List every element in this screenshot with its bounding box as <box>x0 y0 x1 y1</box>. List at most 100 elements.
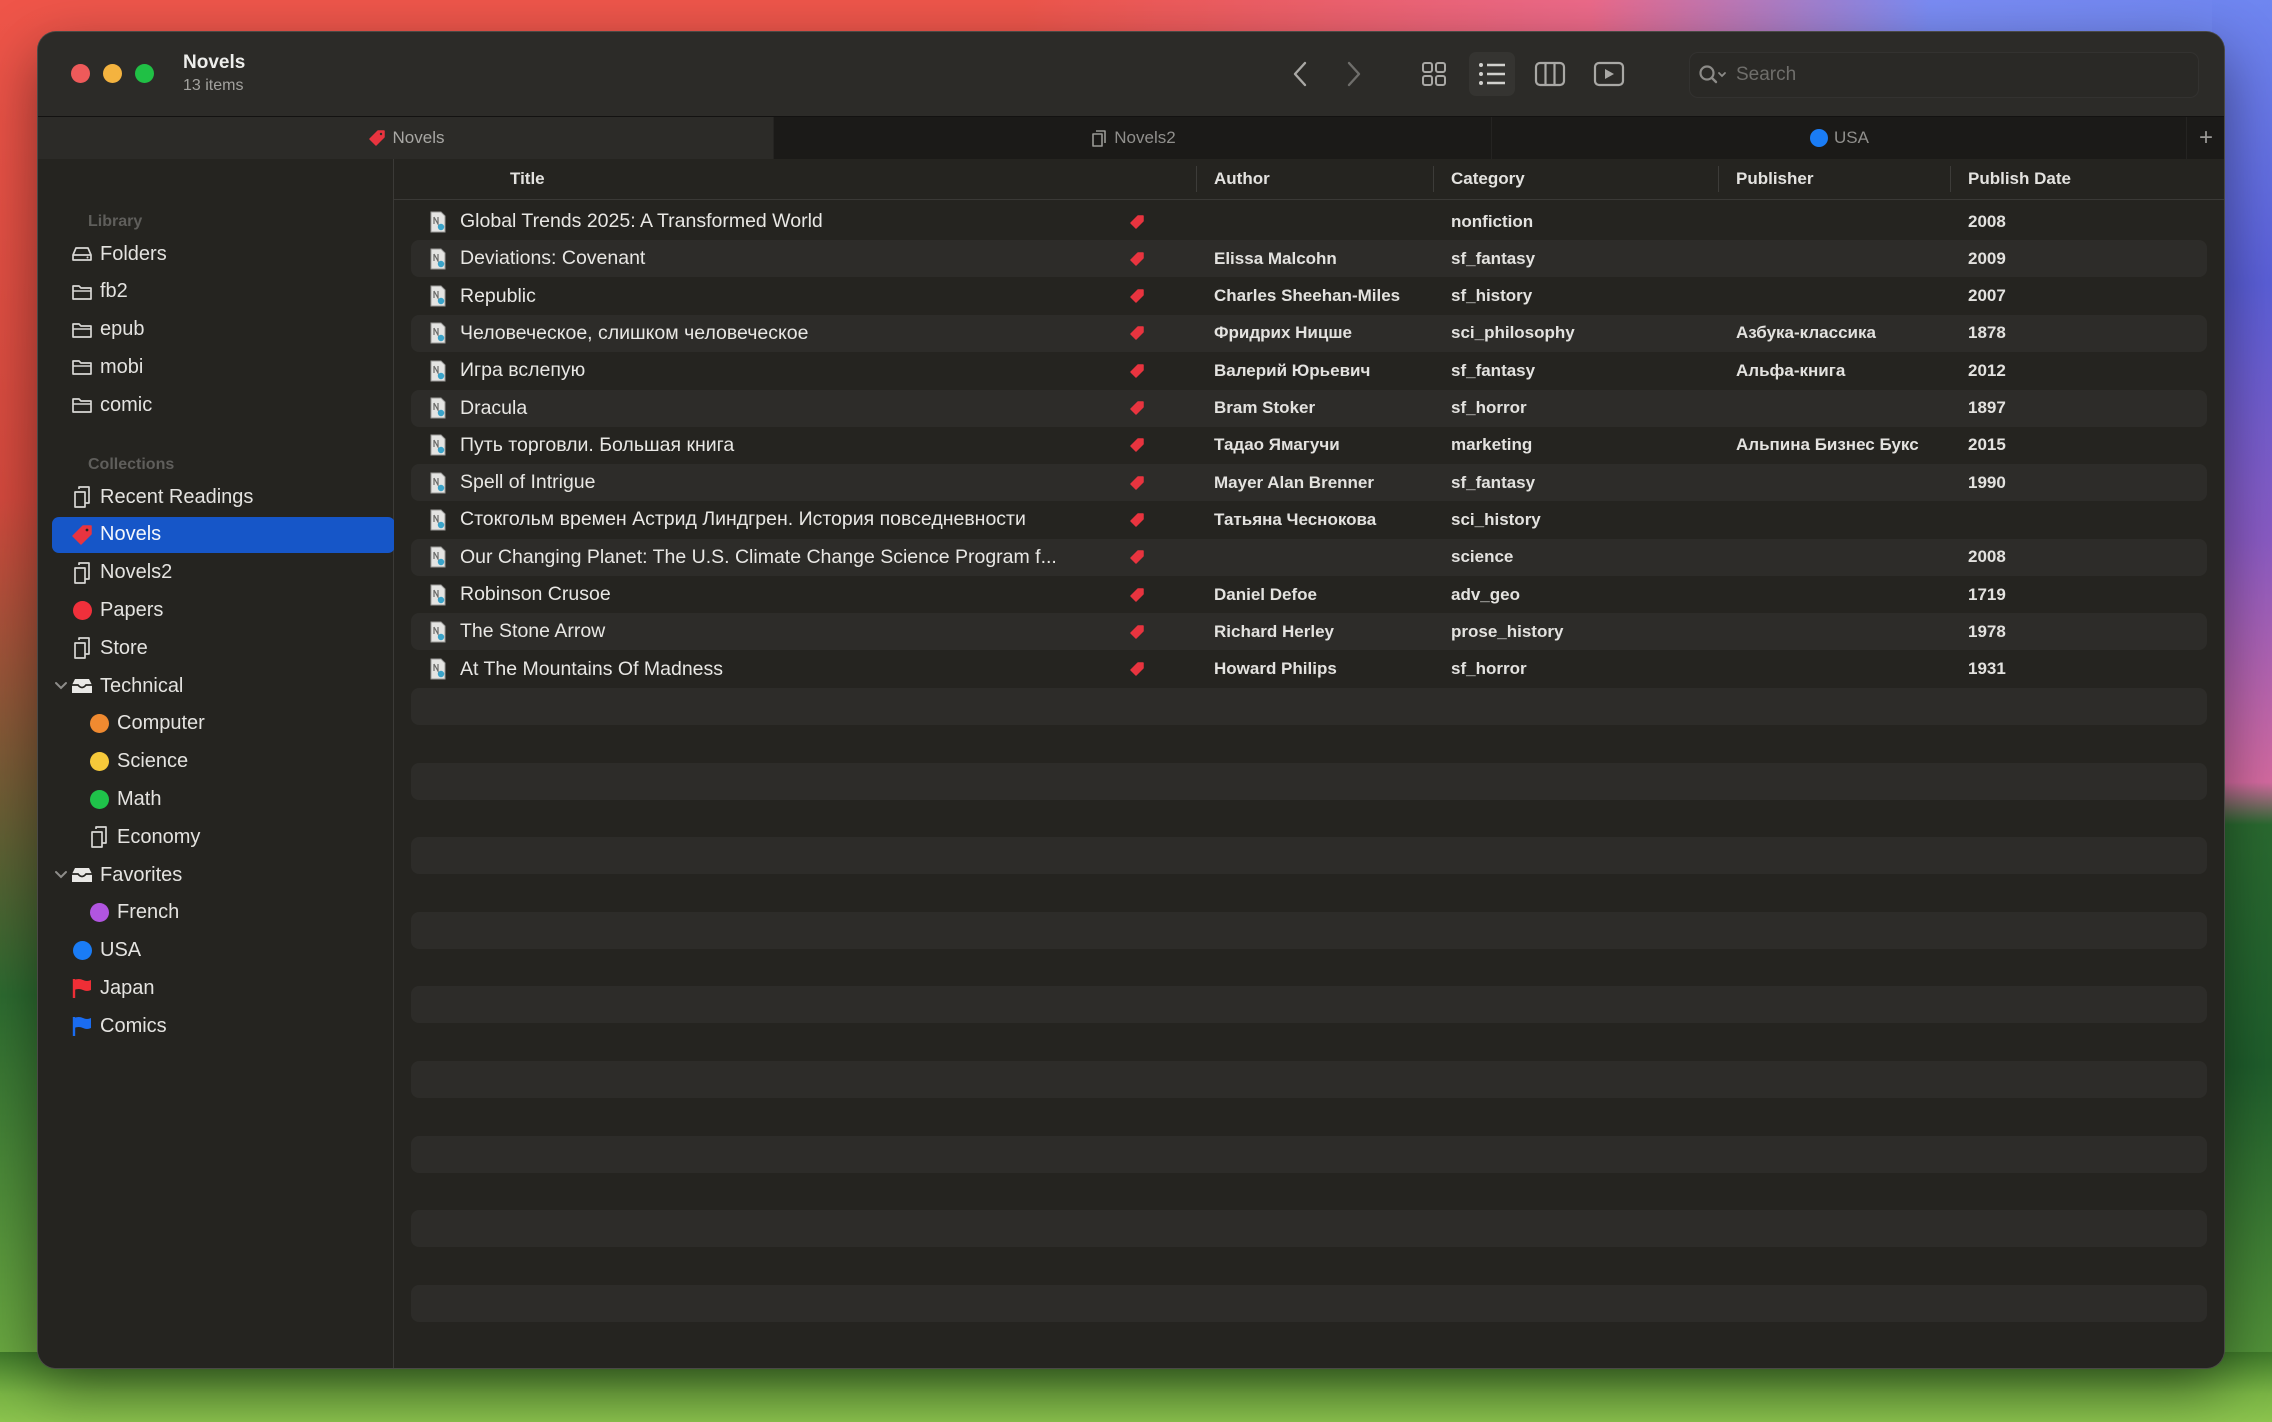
book-publisher <box>1736 613 1956 650</box>
table-row[interactable]: Путь торговли. Большая книга Тадао Ямагуч… <box>411 427 2207 464</box>
column-view-button[interactable] <box>1530 54 1570 94</box>
chevron-left-icon <box>1293 61 1307 87</box>
tab-novels[interactable]: Novels <box>38 117 773 159</box>
table-row[interactable]: Republic Charles Sheehan-Miles sf_history 2… <box>411 278 2207 315</box>
sidebar-item-japan[interactable]: Japan <box>52 970 395 1006</box>
book-category: sci_history <box>1451 509 1541 529</box>
table-row[interactable]: At The Mountains Of Madness Howard Philip… <box>411 651 2207 688</box>
table-row[interactable]: Игра вслепую Валерий Юрьевич sf_fantasy Аль… <box>411 352 2207 389</box>
book-category: sf_fantasy <box>1451 472 1536 492</box>
book-publish-date: 2012 <box>1968 360 2006 380</box>
book-category: nonfiction <box>1451 211 1534 231</box>
search-field[interactable] <box>1689 52 2199 98</box>
sidebar-item-favorites[interactable]: Favorites <box>52 857 395 893</box>
row-stripe <box>411 911 2207 949</box>
table-row[interactable]: Dracula Bram Stoker sf_horror 1897 <box>411 390 2207 427</box>
sidebar-item-math[interactable]: Math <box>52 781 412 817</box>
sidebar-item-novels2[interactable]: Novels2 <box>52 555 395 591</box>
column-header-author[interactable]: Author <box>1214 159 1270 199</box>
sidebar-item-fb2[interactable]: fb2 <box>52 274 395 310</box>
book-publisher <box>1736 390 1956 427</box>
book-title: Republic <box>460 284 536 307</box>
tray-icon <box>70 863 94 887</box>
sidebar-item-label: Science <box>117 750 189 773</box>
sidebar-item-label: Store <box>100 636 148 659</box>
tag-icon <box>1129 539 1149 576</box>
book-publish-date: 2009 <box>1968 248 2006 268</box>
sidebar-item-science[interactable]: Science <box>52 744 412 780</box>
book-title: Robinson Crusoe <box>460 583 611 605</box>
disclosure-chevron-icon[interactable] <box>53 681 69 691</box>
column-header-publish-date[interactable]: Publish Date <box>1968 159 2071 199</box>
sidebar-item-usa[interactable]: USA <box>52 933 395 969</box>
tab-novels2[interactable]: Novels2 <box>773 117 1492 159</box>
column-divider[interactable] <box>1718 166 1719 192</box>
book-author: Elissa Malcohn <box>1214 248 1337 268</box>
table-row[interactable]: Стокгольм времен Астрид Линдгрен. Истори… <box>411 501 2207 538</box>
documents-icon <box>70 485 94 509</box>
row-stripe <box>411 837 2207 875</box>
row-stripe <box>411 1210 2207 1248</box>
search-input[interactable] <box>1734 63 2198 87</box>
table-row[interactable]: Spell of Intrigue Mayer Alan Brenner sf_fa… <box>411 464 2207 501</box>
row-stripe <box>411 1060 2207 1098</box>
sidebar-item-french[interactable]: French <box>52 895 412 931</box>
book-title: Spell of Intrigue <box>460 471 596 494</box>
tab-usa[interactable]: USA <box>1491 117 2187 159</box>
folder-icon <box>70 318 94 342</box>
tag-icon <box>1129 651 1149 688</box>
book-publish-date: 2008 <box>1968 547 2006 567</box>
sidebar-item-comics[interactable]: Comics <box>52 1008 395 1044</box>
column-header-category[interactable]: Category <box>1451 159 1525 199</box>
table-row[interactable]: Global Trends 2025: A Transformed World n… <box>411 203 2207 240</box>
disclosure-chevron-icon[interactable] <box>53 870 69 880</box>
forward-button[interactable] <box>1338 54 1370 94</box>
sidebar-item-label: Papers <box>100 598 164 621</box>
book-publisher: Альпина Бизнес Букс <box>1736 435 1919 455</box>
tab-label: Novels <box>392 128 445 147</box>
sidebar-item-recent-readings[interactable]: Recent Readings <box>52 479 395 515</box>
sidebar-item-technical[interactable]: Technical <box>52 668 395 704</box>
folder-icon <box>70 393 94 417</box>
column-divider[interactable] <box>1196 166 1197 192</box>
minimize-window-button[interactable] <box>103 64 122 83</box>
list-view-button[interactable] <box>1469 52 1515 96</box>
book-category: sf_fantasy <box>1451 248 1536 268</box>
table-row[interactable]: Our Changing Planet: The U.S. Climate Ch… <box>411 539 2207 576</box>
book-publish-date: 2007 <box>1968 286 2006 306</box>
slideshow-button[interactable] <box>1589 54 1629 94</box>
book-publisher <box>1736 651 1956 688</box>
ebook-file-icon <box>430 352 450 389</box>
column-divider[interactable] <box>1950 166 1951 192</box>
ebook-file-icon <box>430 427 450 464</box>
back-button[interactable] <box>1284 54 1316 94</box>
slideshow-icon <box>1593 61 1625 87</box>
add-tab-button[interactable]: + <box>2186 117 2224 159</box>
column-header-title[interactable]: Title <box>510 159 545 199</box>
column-header-publisher[interactable]: Publisher <box>1736 159 1813 199</box>
close-window-button[interactable] <box>71 64 90 83</box>
table-row[interactable]: Robinson Crusoe Daniel Defoe adv_geo 1719 <box>411 576 2207 613</box>
sidebar-item-comic[interactable]: comic <box>52 387 395 423</box>
book-publish-date: 1978 <box>1968 621 2006 641</box>
tag-icon <box>1129 501 1149 538</box>
book-author: Татьяна Чеснокова <box>1214 509 1377 529</box>
zoom-window-button[interactable] <box>135 64 154 83</box>
sidebar-item-label: Math <box>117 787 162 810</box>
table-row[interactable]: The Stone Arrow Richard Herley prose_histo… <box>411 613 2207 650</box>
sidebar-item-economy[interactable]: Economy <box>52 819 412 855</box>
table-row[interactable]: Человеческое, слишком человеческое Фридри… <box>411 315 2207 352</box>
sidebar-item-epub[interactable]: epub <box>52 312 395 348</box>
sidebar-item-store[interactable]: Store <box>52 630 395 666</box>
sidebar-item-label: Folders <box>100 242 167 265</box>
sidebar-item-mobi[interactable]: mobi <box>52 349 395 385</box>
sidebar-item-label: comic <box>100 393 153 416</box>
grid-view-button[interactable] <box>1414 54 1454 94</box>
sidebar-item-novels[interactable]: Novels <box>52 516 395 553</box>
table-row[interactable]: Deviations: Covenant Elissa Malcohn sf_fan… <box>411 240 2207 277</box>
column-divider[interactable] <box>1433 166 1434 192</box>
sidebar-item-papers[interactable]: Papers <box>52 592 395 628</box>
book-publisher <box>1736 278 1956 315</box>
sidebar-item-folders[interactable]: Folders <box>52 236 395 272</box>
sidebar-item-computer[interactable]: Computer <box>52 706 412 742</box>
